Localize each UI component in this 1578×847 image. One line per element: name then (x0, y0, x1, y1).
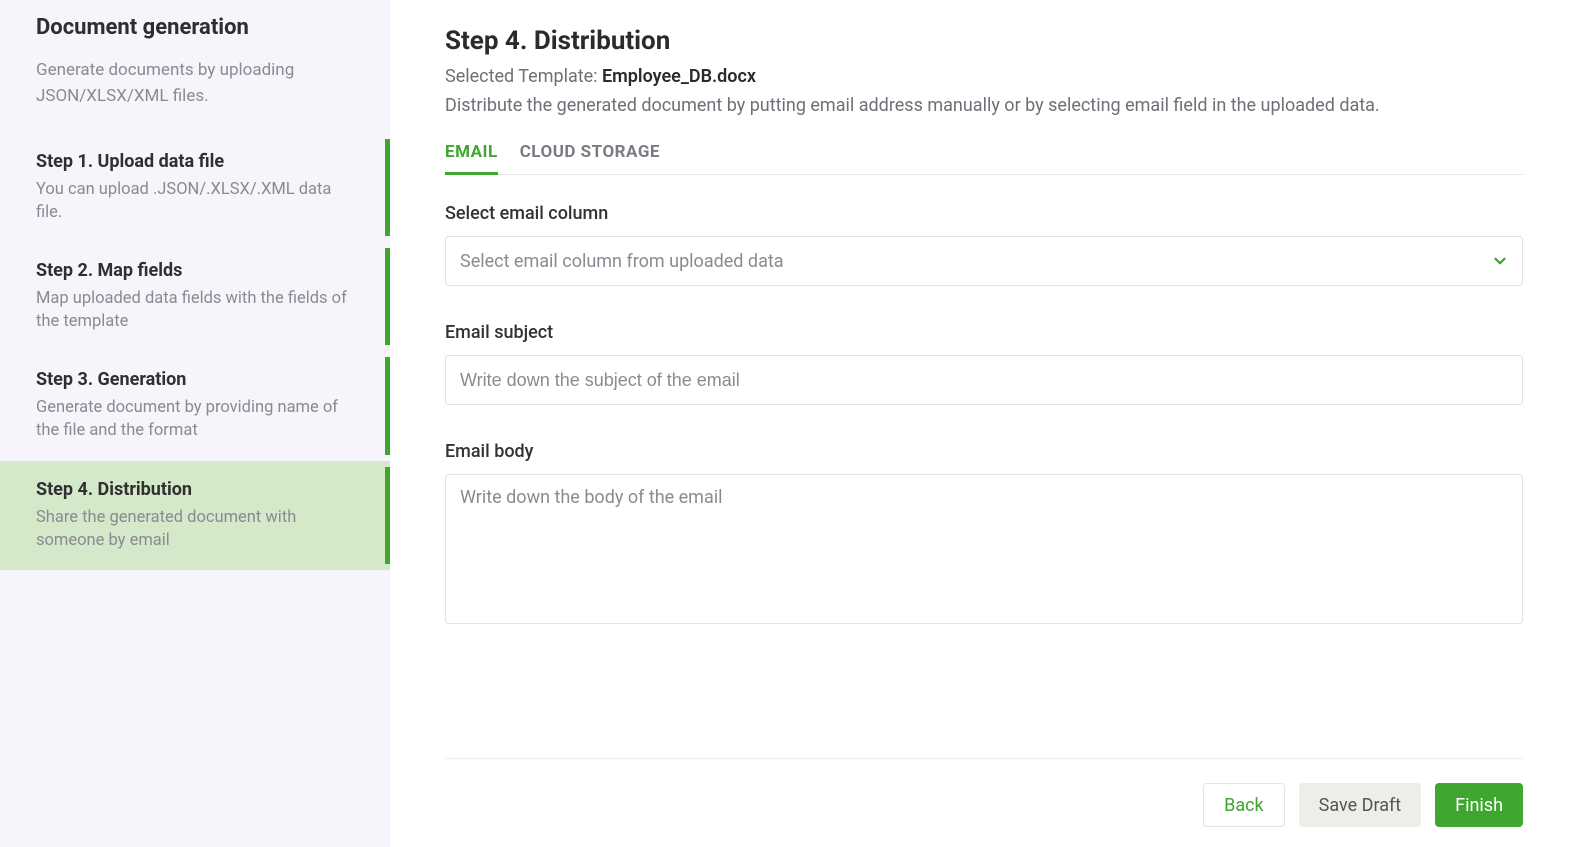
selected-template-label: Selected Template: (445, 66, 602, 87)
email-subject-label: Email subject (445, 322, 1523, 343)
sidebar-title: Document generation (36, 15, 354, 40)
save-draft-button[interactable]: Save Draft (1299, 783, 1421, 827)
back-button[interactable]: Back (1203, 783, 1285, 827)
email-subject-input[interactable] (445, 355, 1523, 405)
step-title: Step 1. Upload data file (36, 151, 354, 172)
tab-email[interactable]: EMAIL (445, 142, 498, 174)
sidebar: Document generation Generate documents b… (0, 0, 390, 847)
step-map-fields[interactable]: Step 2. Map fields Map uploaded data fie… (0, 242, 390, 351)
step-title: Step 3. Generation (36, 369, 354, 390)
email-form: Select email column Select email column … (445, 203, 1523, 628)
page-heading: Step 4. Distribution (445, 26, 1523, 56)
step-generation[interactable]: Step 3. Generation Generate document by … (0, 351, 390, 460)
sidebar-header: Document generation Generate documents b… (0, 0, 390, 133)
step-distribution[interactable]: Step 4. Distribution Share the generated… (0, 461, 390, 570)
footer-actions: Back Save Draft Finish (445, 758, 1523, 827)
step-desc: Map uploaded data fields with the fields… (36, 287, 354, 333)
select-email-column[interactable]: Select email column from uploaded data (445, 236, 1523, 286)
step-desc: You can upload .JSON/.XLSX/.XML data fil… (36, 178, 354, 224)
main-content: Step 4. Distribution Selected Template: … (390, 0, 1578, 847)
step-desc: Generate document by providing name of t… (36, 396, 354, 442)
finish-button[interactable]: Finish (1435, 783, 1523, 827)
selected-template-name: Employee_DB.docx (602, 66, 756, 87)
step-upload-data[interactable]: Step 1. Upload data file You can upload … (0, 133, 390, 242)
page-description: Distribute the generated document by put… (445, 95, 1523, 116)
email-body-label: Email body (445, 441, 1523, 462)
step-list: Step 1. Upload data file You can upload … (0, 133, 390, 570)
step-title: Step 4. Distribution (36, 479, 354, 500)
select-placeholder: Select email column from uploaded data (460, 251, 784, 272)
sidebar-subtitle: Generate documents by uploading JSON/XLS… (36, 58, 354, 109)
tab-cloud-storage[interactable]: CLOUD STORAGE (520, 142, 660, 174)
selected-template-line: Selected Template: Employee_DB.docx (445, 66, 1523, 87)
step-desc: Share the generated document with someon… (36, 506, 354, 552)
select-email-column-wrap: Select email column from uploaded data (445, 236, 1523, 286)
select-email-column-label: Select email column (445, 203, 1523, 224)
email-body-input[interactable] (445, 474, 1523, 624)
step-title: Step 2. Map fields (36, 260, 354, 281)
distribution-tabs: EMAIL CLOUD STORAGE (445, 142, 1523, 175)
